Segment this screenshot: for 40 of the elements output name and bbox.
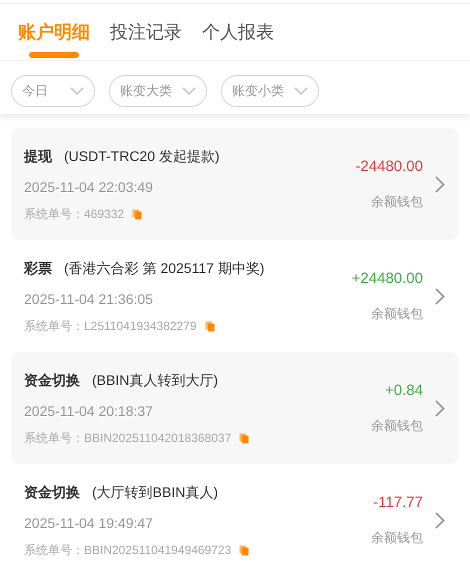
chevron-right-icon [435, 400, 445, 416]
transaction-time: 2025-11-04 20:18:37 [24, 402, 153, 420]
transaction-type: 资金切换 [24, 371, 80, 390]
copy-icon[interactable] [204, 320, 215, 332]
transaction-type: 提现 [24, 147, 52, 166]
transaction-type: 资金切换 [24, 483, 80, 502]
chevron-down-icon [294, 87, 308, 95]
chevron-right-icon [435, 176, 445, 192]
transaction-detail: (香港六合彩 第 2025117 期中奖) [64, 259, 264, 278]
wallet-label: 余额钱包 [371, 305, 423, 323]
wallet-label: 余额钱包 [371, 529, 423, 547]
amount: +0.84 [385, 381, 423, 401]
transaction-time: 2025-11-04 21:36:05 [24, 290, 153, 308]
copy-icon[interactable] [239, 432, 250, 444]
tab[interactable]: 投注记录 [110, 20, 182, 44]
transaction-card[interactable]: 资金切换 (BBIN真人转到大厅) 2025-11-04 20:18:37 系统单号：BBIN202511042018368037 +0.84 余额钱包 [11, 352, 459, 464]
chevron-down-icon [70, 87, 84, 95]
chevron-down-icon [182, 87, 196, 95]
transaction-detail: (大厅转到BBIN真人) [92, 483, 218, 502]
chevron-right-icon [435, 512, 445, 528]
copy-icon[interactable] [239, 544, 250, 556]
amount: +24480.00 [352, 269, 423, 289]
order-number: 系统单号：L2511041934382279 [24, 318, 197, 334]
transaction-type: 彩票 [24, 259, 52, 278]
transaction-time: 2025-11-04 22:03:49 [24, 178, 153, 196]
amount: -117.77 [373, 493, 423, 513]
chevron-right-icon [435, 288, 445, 304]
order-number: 系统单号：469332 [24, 206, 124, 222]
wallet-label: 余额钱包 [371, 193, 423, 211]
transaction-time: 2025-11-04 19:49:47 [24, 514, 153, 532]
transaction-detail: (BBIN真人转到大厅) [92, 371, 218, 390]
order-number: 系统单号：BBIN202511042018368037 [24, 430, 232, 446]
order-number: 系统单号：BBIN202511041949469723 [24, 542, 232, 558]
transaction-detail: (USDT-TRC20 发起提款) [64, 147, 220, 166]
copy-icon[interactable] [132, 208, 142, 220]
wallet-label: 余额钱包 [371, 417, 423, 435]
transaction-card[interactable]: 提现 (USDT-TRC20 发起提款) 2025-11-04 22:03:49 系统单号：469332 -24480.00 余额钱包 [11, 128, 459, 240]
tab[interactable]: 个人报表 [202, 20, 274, 44]
amount: -24480.00 [355, 157, 423, 177]
active-tab-indicator [29, 52, 79, 58]
